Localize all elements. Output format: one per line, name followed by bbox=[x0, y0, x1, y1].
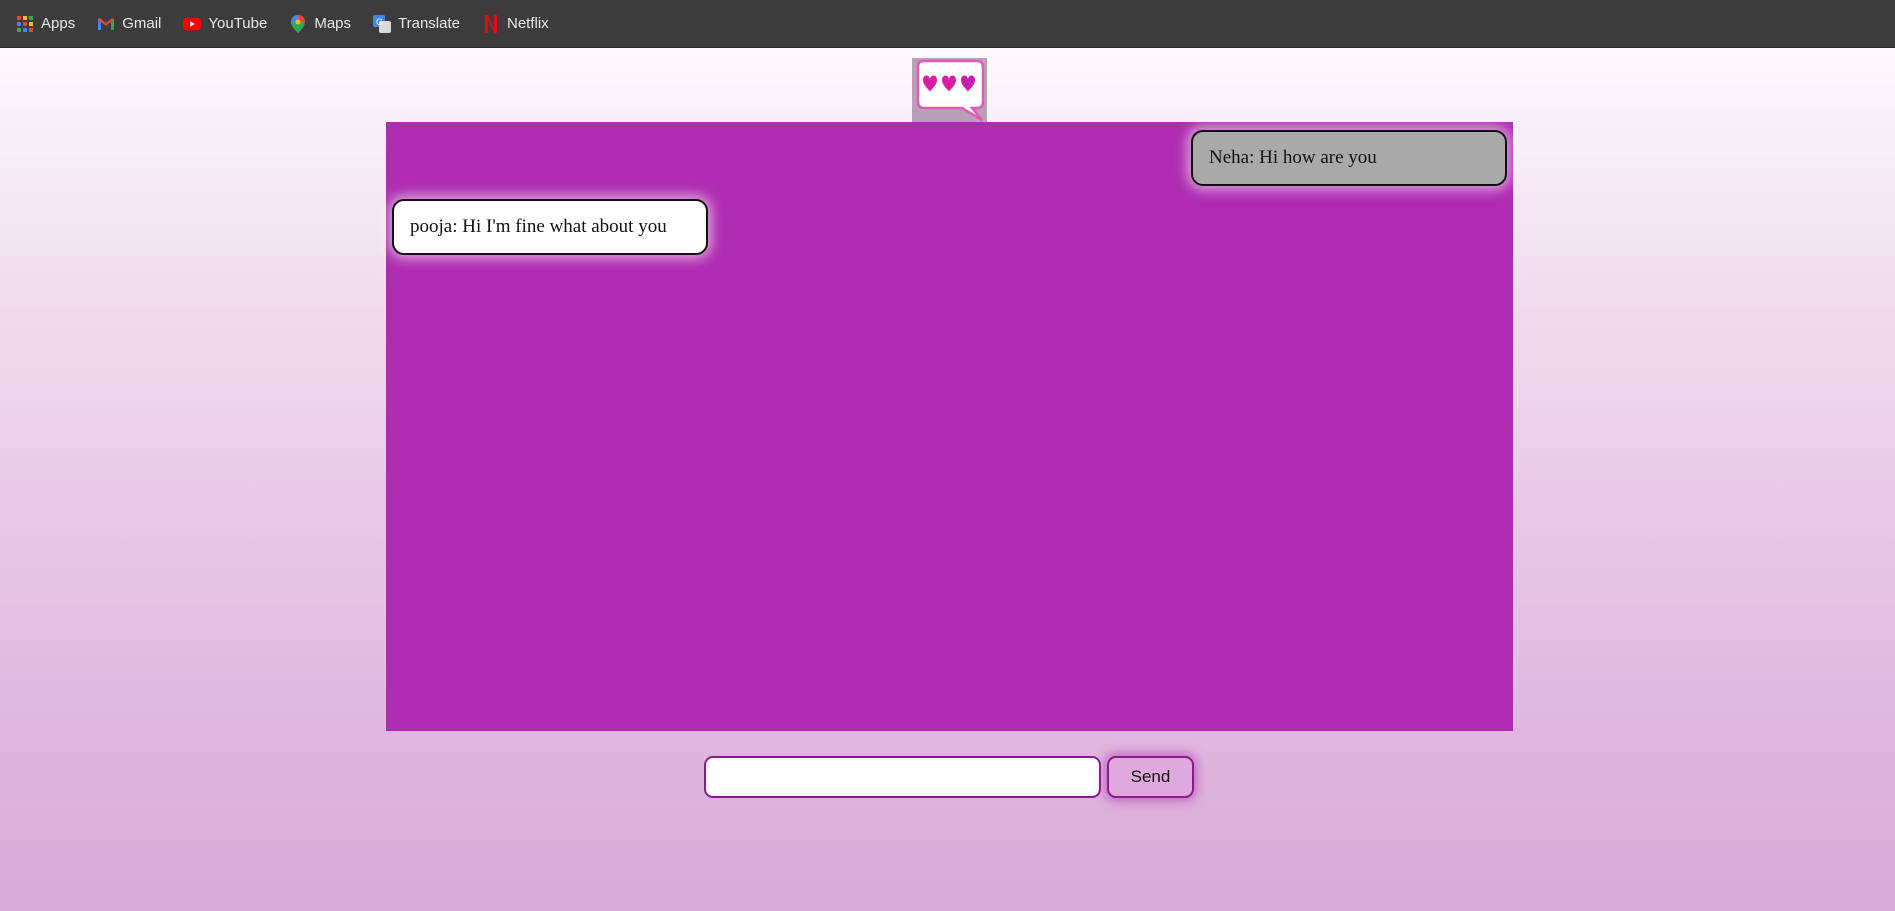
chat-logo bbox=[912, 58, 987, 122]
gmail-icon bbox=[97, 15, 115, 33]
bookmarks-bar: Apps Gmail YouTube Maps G Translate Netf… bbox=[0, 0, 1895, 48]
bookmark-label: Gmail bbox=[122, 15, 162, 32]
chat-message-neha: Neha: Hi how are you bbox=[1191, 130, 1507, 186]
translate-icon: G bbox=[373, 14, 392, 33]
bookmark-apps[interactable]: Apps bbox=[16, 15, 75, 33]
message-composer: Send bbox=[704, 756, 1194, 798]
bookmark-translate[interactable]: G Translate bbox=[373, 14, 460, 33]
bookmark-label: Translate bbox=[398, 15, 460, 32]
netflix-icon bbox=[482, 14, 500, 33]
bookmark-gmail[interactable]: Gmail bbox=[97, 15, 161, 33]
youtube-icon bbox=[183, 15, 202, 33]
bookmark-label: Maps bbox=[314, 15, 352, 32]
chat-message-pooja: pooja: Hi I'm fine what about you bbox=[392, 199, 708, 255]
bookmark-label: Netflix bbox=[507, 15, 549, 32]
send-button[interactable]: Send bbox=[1107, 756, 1194, 798]
message-input[interactable] bbox=[704, 756, 1101, 798]
chat-area[interactable]: Neha: Hi how are you pooja: Hi I'm fine … bbox=[386, 122, 1513, 731]
svg-text:G: G bbox=[376, 17, 383, 27]
maps-pin-icon bbox=[289, 14, 307, 33]
bookmark-label: Apps bbox=[41, 15, 76, 32]
bookmark-label: YouTube bbox=[208, 15, 268, 32]
bookmark-youtube[interactable]: YouTube bbox=[183, 15, 267, 33]
message-text: pooja: Hi I'm fine what about you bbox=[410, 216, 667, 237]
bookmark-netflix[interactable]: Netflix bbox=[482, 14, 549, 33]
apps-grid-icon bbox=[16, 15, 34, 33]
message-text: Neha: Hi how are you bbox=[1209, 147, 1377, 168]
bookmark-maps[interactable]: Maps bbox=[289, 14, 352, 33]
